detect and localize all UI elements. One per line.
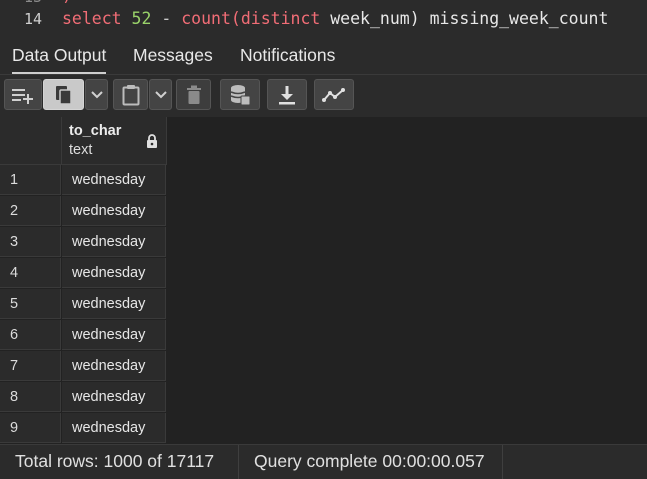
table-row[interactable]: 9 wednesday bbox=[0, 413, 167, 444]
paste-options-dropdown[interactable] bbox=[149, 79, 172, 110]
code-line[interactable]: ) bbox=[62, 0, 72, 5]
copy-options-dropdown[interactable] bbox=[85, 79, 108, 110]
results-toolbar bbox=[0, 75, 647, 118]
graph-visualiser-button[interactable] bbox=[314, 79, 354, 110]
line-number: 14 bbox=[23, 10, 42, 28]
table-row[interactable]: 3 wednesday bbox=[0, 227, 167, 258]
copy-button[interactable] bbox=[43, 79, 84, 110]
grid-corner-header[interactable] bbox=[0, 117, 62, 165]
row-number[interactable]: 7 bbox=[0, 351, 61, 381]
table-row[interactable]: 2 wednesday bbox=[0, 196, 167, 227]
paste-button[interactable] bbox=[113, 79, 148, 110]
line-number: 13 bbox=[0, 0, 42, 6]
output-tabs: Data Output Messages Notifications bbox=[0, 37, 647, 75]
tab-notifications[interactable]: Notifications bbox=[240, 37, 335, 74]
add-row-icon bbox=[12, 88, 33, 104]
download-button[interactable] bbox=[267, 79, 307, 110]
chevron-down-icon bbox=[90, 90, 103, 98]
column-type: text bbox=[69, 142, 93, 158]
query-editor[interactable]: 13 14 ) select 52 - count(distinct week_… bbox=[0, 0, 647, 37]
table-cell[interactable]: wednesday bbox=[62, 351, 166, 381]
table-cell[interactable]: wednesday bbox=[62, 196, 166, 226]
row-number[interactable]: 9 bbox=[0, 413, 61, 443]
save-data-button[interactable] bbox=[220, 79, 260, 110]
table-cell[interactable]: wednesday bbox=[62, 227, 166, 257]
query-time-status: Query complete 00:00:00.057 bbox=[254, 451, 485, 471]
tab-data-output[interactable]: Data Output bbox=[12, 37, 107, 74]
table-row[interactable]: 6 wednesday bbox=[0, 320, 167, 351]
status-bar: Total rows: 1000 of 17117 Query complete… bbox=[0, 444, 647, 479]
row-number[interactable]: 3 bbox=[0, 227, 61, 257]
row-number[interactable]: 1 bbox=[0, 165, 61, 195]
data-grid[interactable]: to_char text 1 wednesday 2 wednesday 3 wednes… bbox=[0, 117, 647, 444]
table-row[interactable]: 1 wednesday bbox=[0, 165, 167, 196]
table-row[interactable]: 4 wednesday bbox=[0, 258, 167, 289]
row-number[interactable]: 8 bbox=[0, 382, 61, 412]
chevron-down-icon bbox=[154, 90, 167, 98]
column-header-to-char[interactable]: to_char text bbox=[62, 117, 167, 165]
table-cell[interactable]: wednesday bbox=[62, 382, 166, 412]
table-row[interactable]: 8 wednesday bbox=[0, 382, 167, 413]
add-row-button[interactable] bbox=[4, 79, 42, 110]
download-icon bbox=[279, 85, 295, 104]
paste-icon bbox=[122, 84, 139, 105]
code-line[interactable]: select 52 - count(distinct week_num) mis… bbox=[62, 9, 608, 28]
delete-icon bbox=[186, 85, 201, 104]
copy-icon bbox=[55, 85, 72, 105]
row-number[interactable]: 6 bbox=[0, 320, 61, 350]
table-cell[interactable]: wednesday bbox=[62, 258, 166, 288]
sql-number: 52 bbox=[131, 9, 152, 28]
sql-text: week_num) missing_week_count bbox=[330, 9, 609, 28]
sql-operator: - bbox=[161, 9, 172, 28]
save-data-icon bbox=[230, 84, 251, 105]
status-divider bbox=[238, 445, 239, 479]
table-cell[interactable]: wednesday bbox=[62, 289, 166, 319]
sql-keyword: select bbox=[62, 9, 122, 28]
line-number-gutter: 13 14 bbox=[0, 0, 50, 37]
table-cell[interactable]: wednesday bbox=[62, 320, 166, 350]
table-row[interactable]: 5 wednesday bbox=[0, 289, 167, 320]
delete-button[interactable] bbox=[176, 79, 211, 110]
status-divider bbox=[502, 445, 503, 479]
column-name: to_char bbox=[69, 123, 122, 139]
table-row[interactable]: 7 wednesday bbox=[0, 351, 167, 382]
graph-icon bbox=[322, 87, 345, 102]
table-cell[interactable]: wednesday bbox=[62, 165, 166, 195]
table-cell[interactable]: wednesday bbox=[62, 413, 166, 443]
total-rows-status: Total rows: 1000 of 17117 bbox=[15, 451, 215, 471]
lock-icon bbox=[147, 134, 157, 148]
row-number[interactable]: 5 bbox=[0, 289, 61, 319]
row-number[interactable]: 2 bbox=[0, 196, 61, 226]
sql-keyword: count(distinct bbox=[181, 9, 321, 28]
row-number[interactable]: 4 bbox=[0, 258, 61, 288]
tab-messages[interactable]: Messages bbox=[133, 37, 213, 74]
